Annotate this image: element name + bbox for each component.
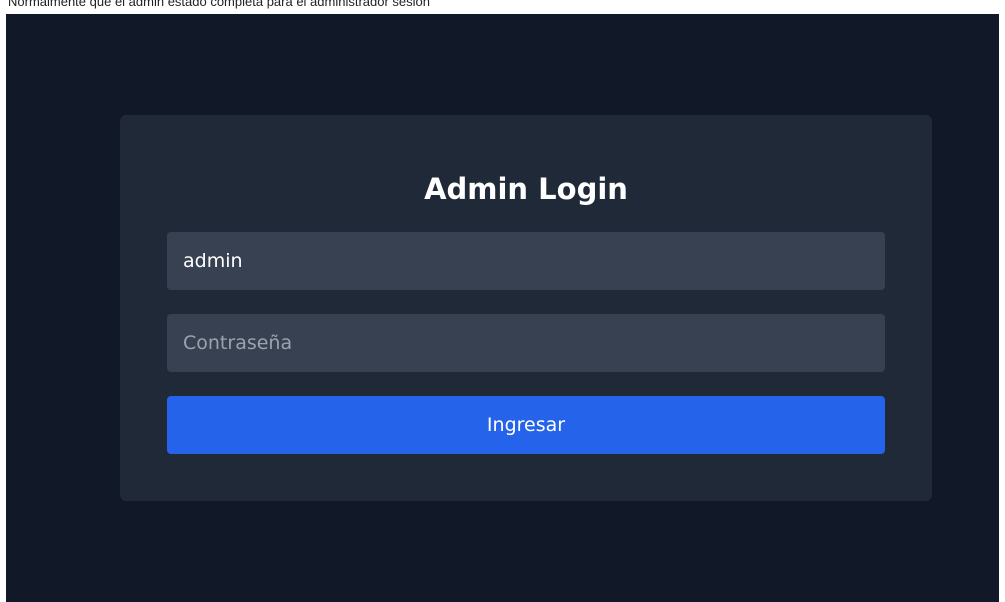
login-card: Admin Login Ingresar (120, 115, 932, 501)
app-viewport: Admin Login Ingresar (6, 14, 999, 602)
login-submit-button[interactable]: Ingresar (167, 396, 885, 454)
page-frame: Normalmente que el admin estado completa… (0, 0, 1005, 602)
top-caption-text: Normalmente que el admin estado completa… (8, 0, 430, 9)
password-input[interactable] (167, 314, 885, 372)
username-input[interactable] (167, 232, 885, 290)
login-title: Admin Login (424, 172, 628, 206)
